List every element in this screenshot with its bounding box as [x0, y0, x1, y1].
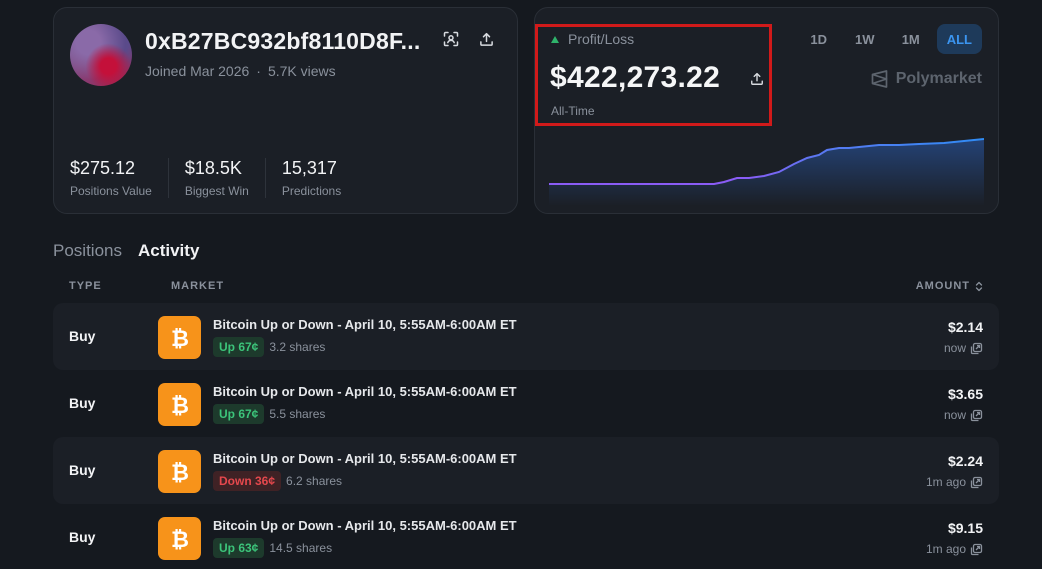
share-count: 3.2 shares	[269, 340, 326, 354]
pnl-sparkline	[549, 138, 984, 206]
stat-predictions: 15,317 Predictions	[282, 158, 357, 198]
profile-stats: $275.12 Positions Value $18.5K Biggest W…	[70, 158, 373, 198]
activity-row[interactable]: Buy ₿ Bitcoin Up or Down - April 10, 5:5…	[53, 437, 999, 504]
bitcoin-icon[interactable]: ₿	[158, 316, 201, 359]
profile-meta: Joined Mar 2026 · 5.7K views	[145, 63, 336, 79]
amount-header-label: AMOUNT	[915, 280, 970, 292]
trade-amount: $2.24	[947, 453, 983, 469]
bitcoin-icon[interactable]: ₿	[158, 517, 201, 560]
activity-list: Buy ₿ Bitcoin Up or Down - April 10, 5:5…	[53, 303, 999, 569]
svg-text:₿: ₿	[171, 461, 189, 485]
polymarket-logo-icon	[871, 70, 888, 88]
profile-card: 0xB27BC932bf8110D8F... Joined Mar 2026 · 5…	[53, 7, 518, 214]
time-label: now	[943, 341, 966, 355]
profit-loss-card: Profit/Loss $422,273.22 All-Time 1D 1W 1…	[534, 7, 999, 214]
stat-label: Biggest Win	[184, 184, 249, 198]
outcome-badge: Up 67¢	[213, 337, 265, 357]
joined-date: Joined Mar 2026	[145, 63, 250, 79]
wallet-address[interactable]: 0xB27BC932bf8110D8F...	[145, 28, 420, 55]
external-link-icon[interactable]	[970, 476, 983, 489]
trade-time: 1m ago	[926, 542, 983, 556]
market-details: Up 67¢ 5.5 shares	[213, 404, 325, 424]
stat-biggest-win: $18.5K Biggest Win	[185, 158, 266, 198]
external-link-icon[interactable]	[970, 342, 983, 355]
share-count: 6.2 shares	[286, 474, 343, 488]
market-title[interactable]: Bitcoin Up or Down - April 10, 5:55AM-6:…	[213, 317, 517, 332]
trade-time: now	[944, 408, 983, 422]
stat-value: 15,317	[281, 158, 337, 178]
stat-label: Positions Value	[70, 184, 152, 198]
stat-label: Predictions	[281, 184, 342, 198]
column-header-market: MARKET	[171, 280, 225, 292]
stat-value: $18.5K	[184, 158, 242, 178]
trade-type: Buy	[69, 328, 96, 344]
range-1m[interactable]: 1M	[891, 24, 931, 54]
sparkline-area	[549, 139, 984, 206]
external-link-icon[interactable]	[970, 543, 983, 556]
trade-time: 1m ago	[926, 475, 983, 489]
market-title[interactable]: Bitcoin Up or Down - April 10, 5:55AM-6:…	[213, 518, 517, 533]
range-all[interactable]: ALL	[936, 24, 982, 54]
market-title[interactable]: Bitcoin Up or Down - April 10, 5:55AM-6:…	[213, 451, 517, 466]
stat-value: $275.12	[70, 158, 136, 178]
tab-positions[interactable]: Positions	[53, 241, 122, 261]
qr-scan-icon[interactable]	[439, 27, 463, 51]
outcome-badge: Up 67¢	[213, 404, 265, 424]
column-header-amount[interactable]: AMOUNT	[916, 280, 983, 292]
trade-type: Buy	[69, 529, 96, 545]
market-details: Up 67¢ 3.2 shares	[213, 337, 325, 357]
share-icon[interactable]	[474, 27, 498, 51]
tab-activity[interactable]: Activity	[138, 241, 199, 261]
trade-type: Buy	[69, 462, 96, 478]
activity-row[interactable]: Buy ₿ Bitcoin Up or Down - April 10, 5:5…	[53, 370, 999, 437]
activity-row[interactable]: Buy ₿ Bitcoin Up or Down - April 10, 5:5…	[53, 504, 999, 569]
external-link-icon[interactable]	[970, 409, 983, 422]
page-tabs: Positions Activity	[53, 241, 199, 261]
market-title[interactable]: Bitcoin Up or Down - April 10, 5:55AM-6:…	[213, 384, 517, 399]
avatar[interactable]	[70, 24, 132, 86]
share-count: 5.5 shares	[269, 407, 326, 421]
activity-row[interactable]: Buy ₿ Bitcoin Up or Down - April 10, 5:5…	[53, 303, 999, 370]
meta-separator: ·	[256, 63, 261, 79]
stat-positions-value: $275.12 Positions Value	[70, 158, 169, 198]
range-1w[interactable]: 1W	[845, 24, 885, 54]
svg-text:₿: ₿	[171, 394, 189, 418]
trade-type: Buy	[69, 395, 96, 411]
trade-time: now	[944, 341, 983, 355]
view-count: 5.7K views	[267, 63, 336, 79]
sort-icon	[975, 281, 983, 291]
time-label: 1m ago	[925, 542, 966, 556]
market-details: Down 36¢ 6.2 shares	[213, 471, 342, 491]
trade-amount: $3.65	[947, 386, 983, 402]
time-range-tabs: 1D 1W 1M ALL	[799, 24, 982, 54]
market-details: Up 63¢ 14.5 shares	[213, 538, 332, 558]
polymarket-brand: Polymarket	[871, 70, 982, 88]
svg-text:₿: ₿	[171, 327, 189, 351]
range-1d[interactable]: 1D	[799, 24, 839, 54]
bitcoin-icon[interactable]: ₿	[158, 383, 201, 426]
brand-name: Polymarket	[895, 70, 982, 87]
trade-amount: $2.14	[947, 319, 983, 335]
trade-amount: $9.15	[947, 520, 983, 536]
svg-text:₿: ₿	[171, 528, 189, 552]
column-header-type: TYPE	[69, 280, 102, 292]
highlight-box	[535, 24, 772, 126]
outcome-badge: Up 63¢	[213, 538, 265, 558]
time-label: now	[943, 408, 966, 422]
share-count: 14.5 shares	[269, 541, 333, 555]
bitcoin-icon[interactable]: ₿	[158, 450, 201, 493]
outcome-badge: Down 36¢	[213, 471, 282, 491]
time-label: 1m ago	[925, 475, 966, 489]
